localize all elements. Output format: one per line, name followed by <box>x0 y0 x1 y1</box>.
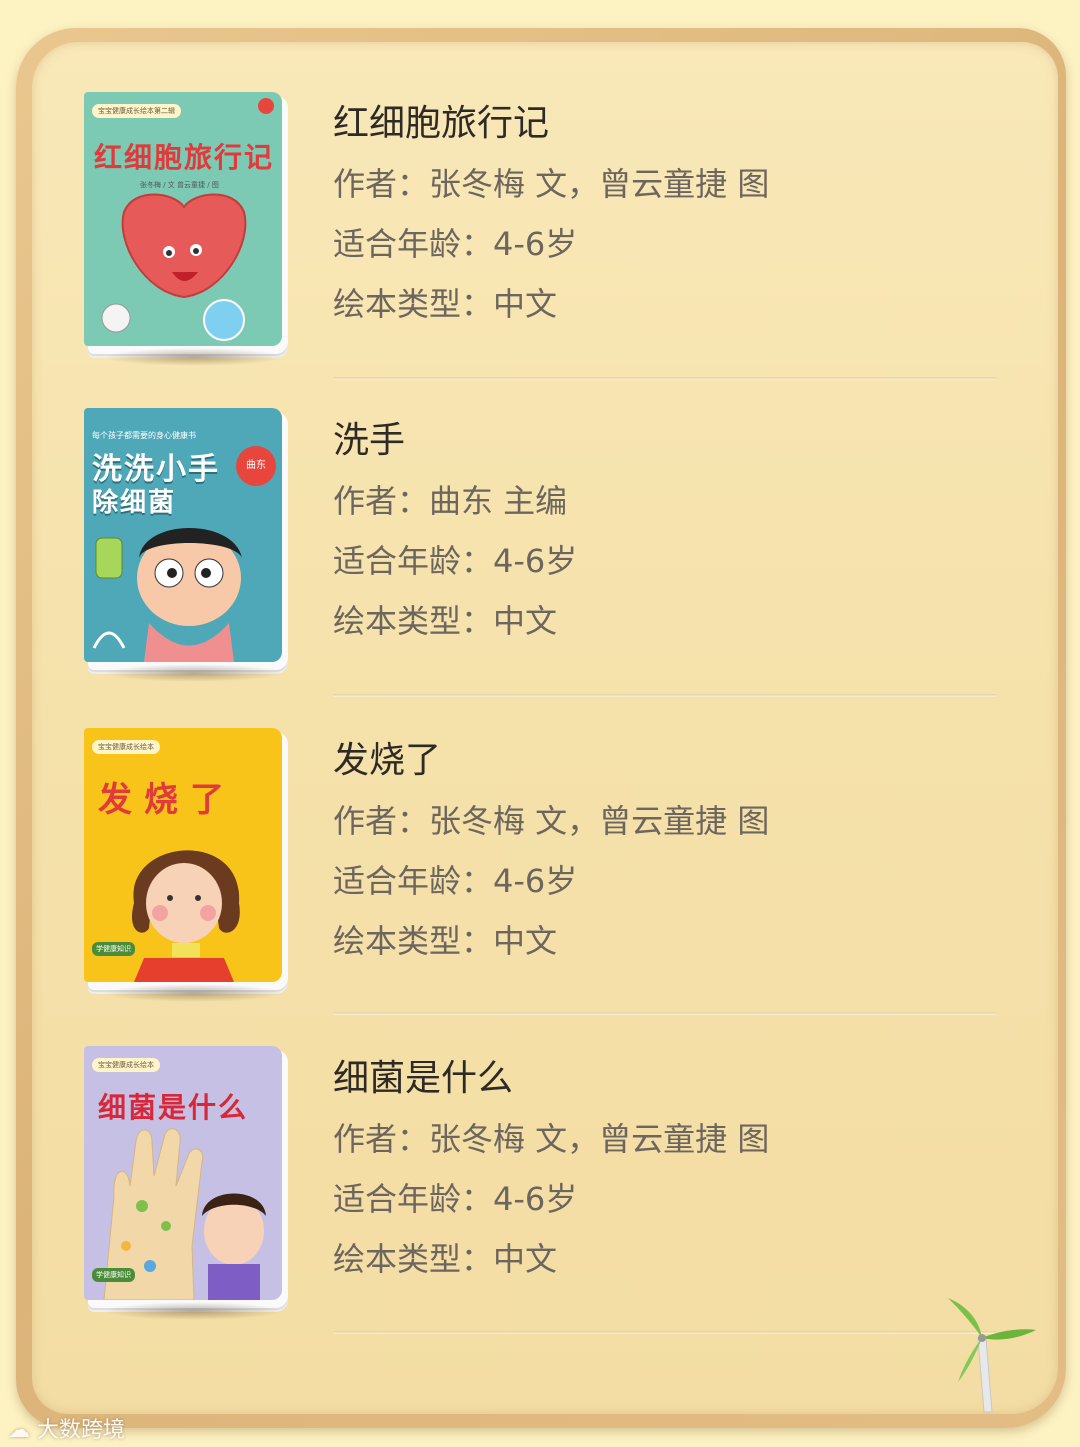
book-cover-3[interactable]: 宝宝健康成长绘本 发烧了 学健康知识 <box>84 728 289 1002</box>
book-author: 作者：曲东 主编 <box>333 482 568 520</box>
book-title[interactable]: 细菌是什么 <box>333 1055 993 1103</box>
book-cover-1[interactable]: 宝宝健康成长绘本第二辑 红细胞旅行记 张冬梅 / 文 曾云童捷 / 图 <box>84 92 289 366</box>
hand-with-germs-icon <box>103 1128 266 1300</box>
book-age: 适合年龄：4-6岁 <box>333 862 578 900</box>
book-age: 适合年龄：4-6岁 <box>333 1180 578 1218</box>
book-info-3: 发烧了 作者：张冬梅 文，曾云童捷 图 适合年龄：4-6岁 绘本类型：中文 <box>333 737 993 961</box>
book-type: 绘本类型：中文 <box>333 922 558 960</box>
book-info-4: 细菌是什么 作者：张冬梅 文，曾云童捷 图 适合年龄：4-6岁 绘本类型：中文 <box>333 1055 993 1279</box>
cover-image: 宝宝健康成长绘本第二辑 红细胞旅行记 张冬梅 / 文 曾云童捷 / 图 <box>84 92 282 346</box>
watermark: ☁ 大数跨境 <box>8 1418 126 1443</box>
cover-badge: 学健康知识 <box>92 1268 135 1282</box>
book-type: 绘本类型：中文 <box>333 285 558 323</box>
red-cell-character-icon <box>101 193 247 341</box>
book-age: 适合年龄：4-6岁 <box>333 225 578 263</box>
book-author: 作者：张冬梅 文，曾云童捷 图 <box>333 1120 770 1158</box>
book-cover-4[interactable]: 宝宝健康成长绘本 细菌是什么 学健康知识 <box>84 1046 289 1320</box>
book-cover-2[interactable]: 每个孩子都需要的身心健康书 洗洗小手 除细菌 曲东 <box>84 408 289 682</box>
book-title[interactable]: 洗手 <box>333 417 993 465</box>
book-title[interactable]: 红细胞旅行记 <box>333 100 993 148</box>
girl-washing-hands-icon <box>92 528 242 662</box>
book-title[interactable]: 发烧了 <box>333 737 993 785</box>
windmill-icon <box>948 1298 1036 1413</box>
divider <box>333 1012 997 1015</box>
book-info-2: 洗手 作者：曲东 主编 适合年龄：4-6岁 绘本类型：中文 <box>333 417 993 641</box>
divider <box>333 377 997 380</box>
book-info-1: 红细胞旅行记 作者：张冬梅 文，曾云童捷 图 适合年龄：4-6岁 绘本类型：中文 <box>333 100 993 324</box>
book-author: 作者：张冬梅 文，曾云童捷 图 <box>333 165 770 203</box>
book-type: 绘本类型：中文 <box>333 1240 558 1278</box>
book-author: 作者：张冬梅 文，曾云童捷 图 <box>333 802 770 840</box>
divider <box>333 1331 997 1334</box>
cover-badge: 学健康知识 <box>92 942 135 956</box>
cover-image: 每个孩子都需要的身心健康书 洗洗小手 除细菌 曲东 <box>84 408 282 662</box>
book-type: 绘本类型：中文 <box>333 602 558 640</box>
watermark-logo-icon: ☁ <box>8 1418 37 1443</box>
divider <box>333 694 997 697</box>
book-age: 适合年龄：4-6岁 <box>333 542 578 580</box>
cover-image: 宝宝健康成长绘本 发烧了 学健康知识 <box>84 728 282 982</box>
cover-image: 宝宝健康成长绘本 细菌是什么 学健康知识 <box>84 1046 282 1300</box>
